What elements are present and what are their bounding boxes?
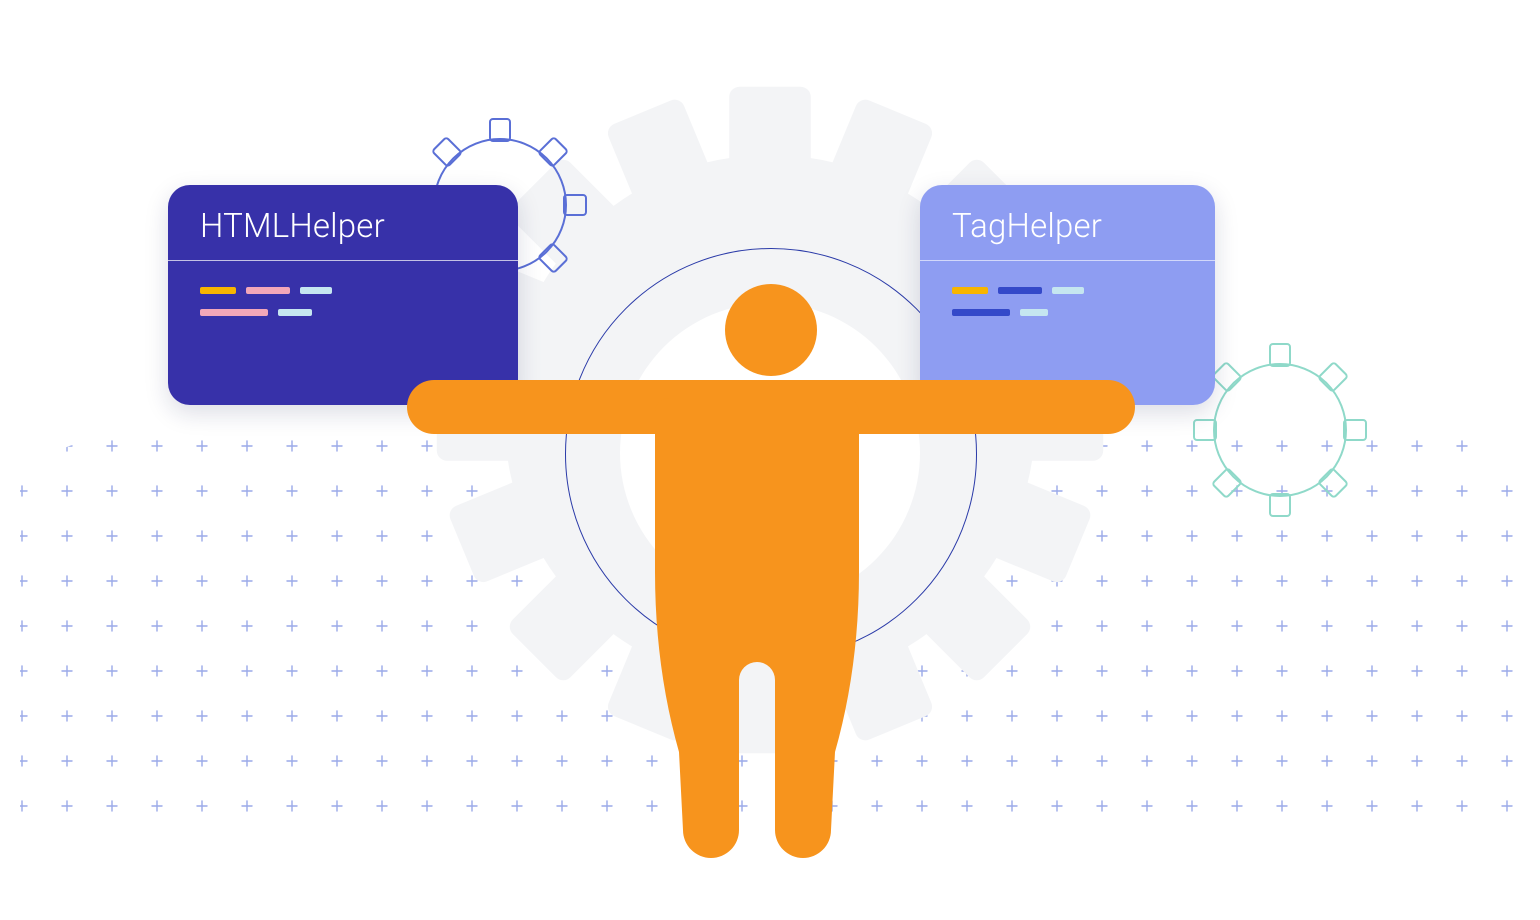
tag-helper-title: TagHelper bbox=[920, 185, 1215, 261]
accessibility-person-icon bbox=[397, 280, 1145, 880]
html-helper-title: HTMLHelper bbox=[168, 185, 518, 261]
illustration-stage: HTMLHelper TagHelper bbox=[0, 0, 1540, 920]
